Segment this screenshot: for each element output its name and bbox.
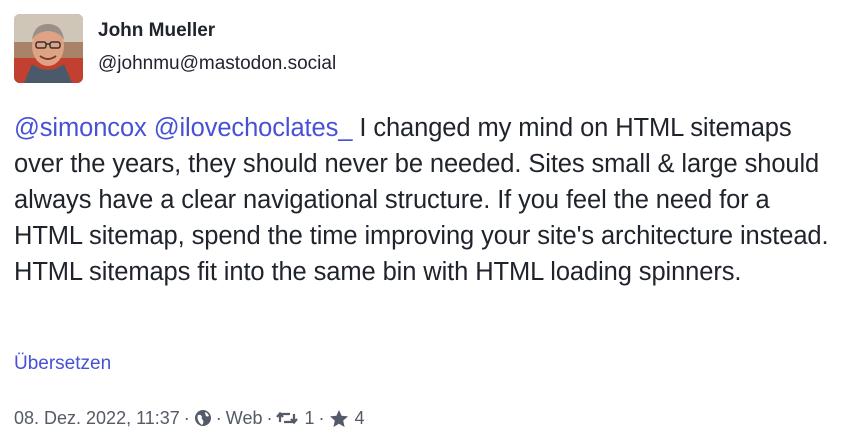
application-name: Web: [225, 408, 263, 428]
mention-ilovechoclates[interactable]: @ilovechoclates_: [154, 114, 353, 142]
separator: ·: [183, 408, 190, 428]
translate-button[interactable]: Übersetzen: [14, 353, 111, 375]
boost-icon[interactable]: [276, 410, 299, 426]
separator: ·: [266, 408, 273, 428]
account-handle[interactable]: @johnmu@mastodon.social: [98, 53, 336, 75]
status-post: John Mueller @johnmu@mastodon.social @si…: [0, 0, 853, 446]
avatar[interactable]: [14, 14, 83, 83]
favourite-count: 4: [354, 408, 365, 428]
status-content: @simoncox @ilovechoclates_ I changed my …: [14, 110, 834, 290]
display-name[interactable]: John Mueller: [98, 20, 336, 42]
star-icon[interactable]: [329, 409, 349, 428]
separator: ·: [318, 408, 325, 428]
globe-icon: [194, 409, 212, 427]
boost-count: 1: [304, 408, 315, 428]
timestamp-link[interactable]: 08. Dez. 2022, 11:37: [14, 407, 180, 429]
separator: ·: [215, 408, 222, 428]
mention-simoncox[interactable]: @simoncox: [14, 114, 147, 142]
author-block: John Mueller @johnmu@mastodon.social: [98, 20, 336, 75]
status-meta: 08. Dez. 2022, 11:37 · · Web · 1 · 4: [14, 407, 365, 429]
